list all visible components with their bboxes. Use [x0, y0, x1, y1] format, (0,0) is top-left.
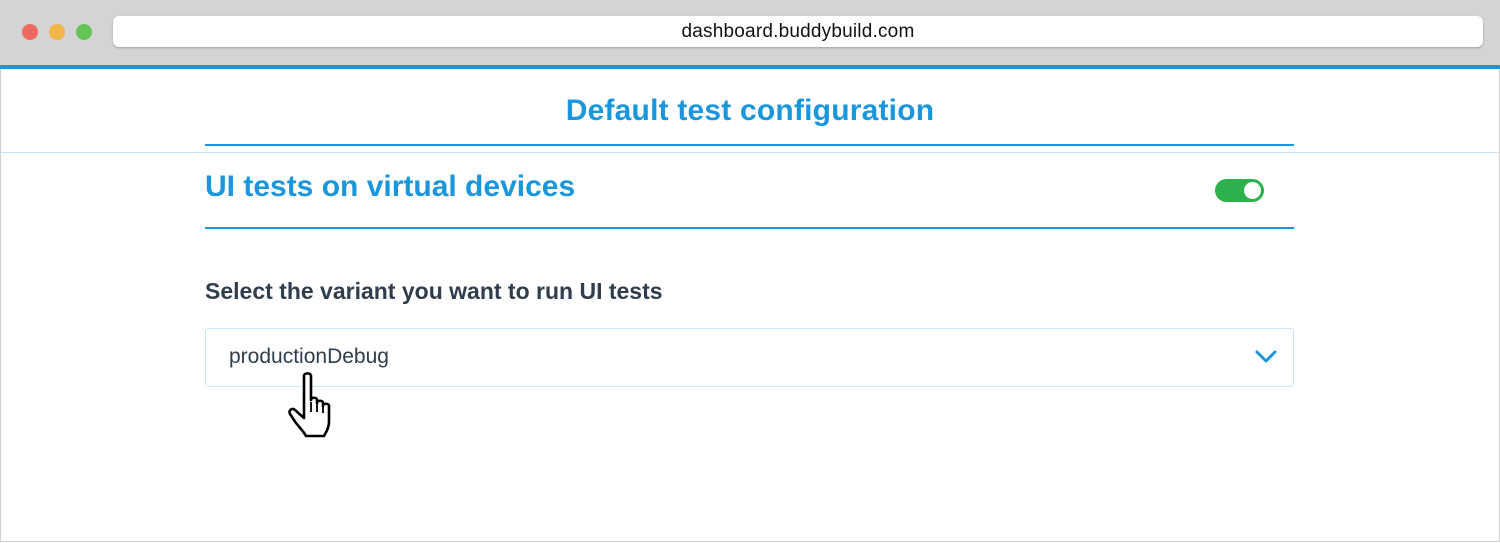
ui-tests-section: UI tests on virtual devices [205, 144, 1294, 229]
variant-select-value: productionDebug [229, 345, 389, 368]
chevron-down-icon [1255, 350, 1277, 363]
close-window-button[interactable] [22, 24, 38, 40]
ui-tests-toggle[interactable] [1215, 179, 1264, 202]
variant-field-label: Select the variant you want to run UI te… [205, 278, 663, 304]
minimize-window-button[interactable] [49, 24, 65, 40]
maximize-window-button[interactable] [76, 24, 92, 40]
address-bar[interactable]: dashboard.buddybuild.com [113, 16, 1483, 47]
page-header: Default test configuration [1, 69, 1499, 153]
browser-titlebar: dashboard.buddybuild.com [0, 0, 1500, 65]
page-title: Default test configuration [565, 93, 935, 127]
variant-select[interactable]: productionDebug [205, 328, 1294, 387]
address-bar-url: dashboard.buddybuild.com [681, 20, 915, 42]
hand-pointer-icon [288, 372, 331, 438]
toggle-knob [1244, 182, 1261, 199]
page-content: Default test configuration [0, 69, 1500, 542]
section-title: UI tests on virtual devices [205, 170, 576, 203]
